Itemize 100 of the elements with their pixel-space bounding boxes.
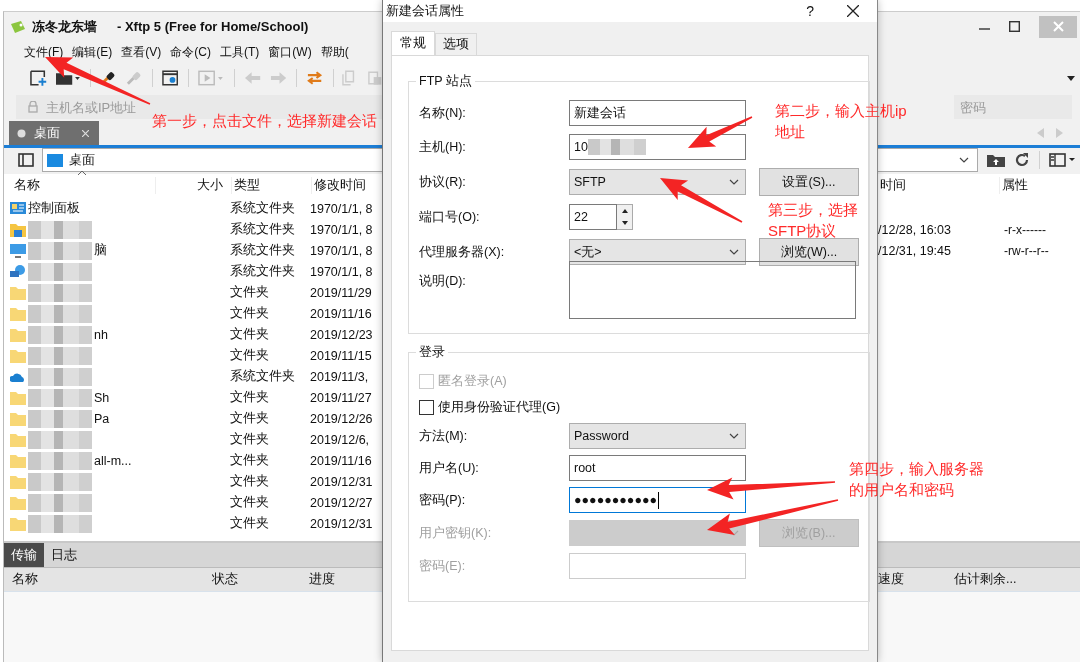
modified-time: 2019/12/31	[310, 474, 374, 489]
file-type: 文件夹	[230, 494, 270, 511]
folder-icon	[10, 495, 26, 510]
modified-time: 2019/12/6,	[310, 432, 371, 447]
input-field[interactable]: 新建会话	[569, 100, 746, 126]
column-header[interactable]: 类型	[232, 176, 312, 194]
panel-layout-icon[interactable]	[1049, 153, 1075, 167]
menu-item[interactable]: 编辑(E)	[72, 43, 113, 61]
dialog-tab[interactable]: 选项	[435, 33, 477, 55]
spinner-control[interactable]	[617, 204, 633, 230]
menu-item[interactable]: 帮助(	[320, 43, 349, 61]
field-label: 协议(R):	[419, 173, 467, 191]
file-type: 系统文件夹	[230, 200, 296, 217]
maximize-icon[interactable]	[1009, 21, 1020, 32]
file-type: 文件夹	[230, 305, 270, 322]
dialog-title: 新建会话属性	[386, 2, 464, 20]
field-label: 密码(E):	[419, 557, 467, 575]
column-header[interactable]: 名称	[12, 571, 212, 588]
file-type: 文件夹	[230, 473, 270, 490]
folder-icon	[10, 306, 26, 321]
settings-window-icon[interactable]	[162, 70, 180, 86]
browse-button[interactable]: 浏览(W)...	[759, 238, 859, 266]
checkbox[interactable]	[419, 399, 434, 415]
field-label: 方法(M):	[419, 427, 469, 445]
column-header[interactable]: 时间	[878, 176, 1000, 194]
menu-item[interactable]: 文件(F)	[24, 43, 64, 61]
dropdown[interactable]: <无>	[569, 239, 746, 265]
modified-time: 1970/1/1, 8	[310, 201, 374, 216]
file-name[interactable]: all-m...	[94, 453, 132, 468]
field-label: 密码(P):	[419, 491, 467, 509]
swap-arrows-icon[interactable]	[306, 70, 324, 86]
password-field[interactable]: 密码	[954, 95, 1072, 119]
new-session-icon[interactable]	[30, 70, 48, 86]
input-field[interactable]: 10	[569, 134, 746, 160]
browse-button[interactable]: 设置(S)...	[759, 168, 859, 196]
column-header[interactable]: 估计剩余...	[954, 571, 1080, 588]
menu-item[interactable]: 工具(T)	[220, 43, 260, 61]
dropdown[interactable]: Password	[569, 423, 746, 449]
file-name[interactable]: nh	[94, 327, 108, 342]
checkbox-label: 匿名登录(A)	[438, 372, 507, 390]
desktop-icon	[47, 153, 63, 167]
file-name[interactable]: Pa	[94, 411, 110, 426]
column-header[interactable]: 名称	[12, 176, 156, 194]
modified-time: 1970/1/1, 8	[310, 243, 374, 258]
menu-item[interactable]: 查看(V)	[121, 43, 162, 61]
column-header[interactable]: 大小	[156, 176, 232, 194]
refresh-icon[interactable]	[1014, 152, 1030, 168]
status-dot-icon	[17, 128, 26, 138]
panel-tab[interactable]: 传输	[4, 543, 44, 567]
checkbox-label: 使用身份验证代理(G)	[438, 398, 561, 416]
menu-item[interactable]: 命令(C)	[170, 43, 211, 61]
menu-item[interactable]: 窗口(W)	[268, 43, 312, 61]
path-field[interactable]: 桌面	[42, 148, 382, 172]
folder-up-icon[interactable]	[987, 153, 1005, 167]
file-type: 系统文件夹	[230, 221, 296, 238]
file-name[interactable]: Sh	[94, 390, 110, 405]
chevron-down-icon	[959, 157, 969, 163]
modified-time: 1970/1/1, 8	[310, 222, 374, 237]
field-label: 说明(D):	[419, 273, 467, 290]
file-name[interactable]: 控制面板	[28, 200, 80, 217]
lock-icon	[28, 101, 38, 113]
network-icon	[10, 264, 26, 279]
file-name[interactable]: 脑	[94, 242, 107, 259]
dialog-tab[interactable]: 常规	[391, 31, 435, 55]
folder-icon	[10, 348, 26, 363]
field-label: 主机(H):	[419, 138, 467, 156]
column-header[interactable]: 状态	[212, 571, 272, 588]
panel-toggle-icon[interactable]	[18, 153, 34, 167]
caret-icon[interactable]	[1067, 75, 1075, 81]
modified-time: 2019/11/27	[310, 390, 373, 405]
column-header[interactable]: 属性	[1000, 176, 1080, 194]
panel-tab[interactable]: 日志	[44, 543, 84, 567]
file-type: 文件夹	[230, 326, 270, 343]
folder-icon	[10, 516, 26, 531]
modified-time: 2019/12/27	[310, 495, 374, 510]
annotation-arrow	[688, 116, 753, 148]
annotation-text: 第四步，输入服务器 的用户名和密码	[849, 459, 984, 500]
dropdown[interactable]: SFTP	[569, 169, 746, 195]
column-header[interactable]: 进度	[272, 571, 372, 588]
help-button[interactable]: ?	[806, 3, 814, 19]
up-arrow-icon[interactable]	[619, 208, 630, 214]
modified-time: 2019/11/16	[310, 453, 373, 468]
column-header[interactable]: 速度	[878, 571, 954, 588]
input-field[interactable]: ●●●●●●●●●●●	[569, 487, 746, 513]
modified-time: 2019/12/23	[310, 327, 374, 342]
sort-caret-icon	[78, 169, 86, 175]
session-tab[interactable]: 桌面	[9, 121, 99, 145]
file-type: 文件夹	[230, 389, 270, 406]
close-icon[interactable]	[847, 5, 859, 17]
modified-time: /12/28, 16:03	[878, 222, 952, 237]
down-arrow-icon[interactable]	[619, 220, 630, 226]
computer-icon	[10, 243, 26, 258]
file-type: 文件夹	[230, 347, 270, 364]
port-field[interactable]: 22	[569, 204, 617, 230]
description-field[interactable]	[569, 261, 856, 319]
folder-icon	[10, 411, 26, 426]
modified-time: 2019/11/16	[310, 306, 373, 321]
path-field[interactable]	[878, 148, 978, 172]
open-folder-icon[interactable]	[56, 71, 81, 85]
input-field[interactable]: root	[569, 455, 746, 481]
